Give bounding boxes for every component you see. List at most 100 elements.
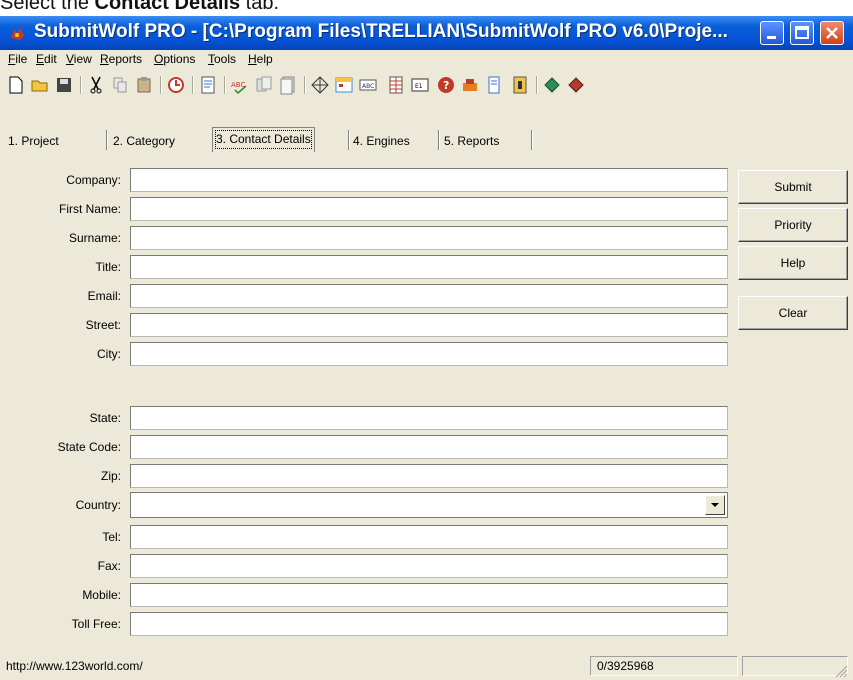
clock-icon[interactable] bbox=[166, 75, 186, 95]
label-first-name: First Name: bbox=[58, 202, 121, 216]
minimize-button[interactable] bbox=[760, 21, 784, 45]
clear-button[interactable]: Clear bbox=[738, 296, 848, 330]
submit-button[interactable]: Submit bbox=[738, 170, 848, 204]
status-counter: 0/3925968 bbox=[590, 656, 738, 676]
instruction-caption: Select the Contact Details tab. bbox=[0, 0, 279, 16]
menu-bar: File Edit View Reports Options Tools Hel… bbox=[0, 50, 853, 70]
toolbar-separator bbox=[224, 76, 226, 94]
label-company: Company: bbox=[66, 173, 121, 187]
zip-field[interactable] bbox=[130, 464, 728, 488]
tab-project[interactable]: 1. Project bbox=[8, 130, 59, 152]
resize-grip-icon[interactable] bbox=[834, 664, 848, 678]
caption-prefix: Select the bbox=[0, 0, 95, 14]
engine-red-icon[interactable] bbox=[566, 75, 586, 95]
tab-reports[interactable]: 5. Reports bbox=[444, 130, 499, 152]
svg-text:ABC: ABC bbox=[362, 83, 374, 90]
close-button[interactable] bbox=[820, 21, 844, 45]
label-state-code: State Code: bbox=[57, 440, 121, 454]
label-city: City: bbox=[97, 347, 121, 361]
email-field[interactable] bbox=[130, 284, 728, 308]
svg-text:?: ? bbox=[443, 79, 449, 92]
tab-contact-details[interactable]: 3. Contact Details bbox=[212, 127, 315, 152]
label-title: Title: bbox=[95, 260, 121, 274]
country-dropdown-button[interactable] bbox=[705, 495, 725, 515]
surname-field[interactable] bbox=[130, 226, 728, 250]
priority-button[interactable]: Priority bbox=[738, 208, 848, 242]
toll-free-field[interactable] bbox=[130, 612, 728, 636]
street-field[interactable] bbox=[130, 313, 728, 337]
menu-help[interactable]: Help bbox=[248, 52, 273, 66]
chevron-down-icon bbox=[711, 503, 719, 507]
toolbar-separator bbox=[192, 76, 194, 94]
svg-text:E1: E1 bbox=[415, 83, 423, 90]
report-icon[interactable] bbox=[198, 75, 218, 95]
label-street: Street: bbox=[85, 318, 121, 332]
menu-file[interactable]: File bbox=[8, 52, 27, 66]
window-title: SubmitWolf PRO - [C:\Program Files\TRELL… bbox=[34, 21, 728, 42]
calendar-icon[interactable] bbox=[334, 75, 354, 95]
fax-field[interactable] bbox=[130, 554, 728, 578]
label-state: State: bbox=[89, 411, 121, 425]
tab-engines[interactable]: 4. Engines bbox=[353, 130, 410, 152]
app-window: SubmitWolf PRO - [C:\Program Files\TRELL… bbox=[0, 16, 853, 680]
tools-icon[interactable] bbox=[460, 75, 480, 95]
copy-doc-icon[interactable] bbox=[254, 75, 274, 95]
wolf-app-icon bbox=[11, 28, 24, 40]
tab-divider bbox=[106, 130, 108, 150]
menu-tools[interactable]: Tools bbox=[208, 52, 236, 66]
tab-category[interactable]: 2. Category bbox=[113, 130, 175, 152]
cut-icon[interactable] bbox=[86, 75, 106, 95]
text-icon[interactable]: ABC bbox=[358, 75, 378, 95]
city-field[interactable] bbox=[130, 342, 728, 366]
tab-divider bbox=[531, 130, 533, 150]
paste-icon[interactable] bbox=[134, 75, 154, 95]
status-url: http://www.123world.com/ bbox=[6, 659, 143, 673]
toolbar-separator bbox=[80, 76, 82, 94]
info-icon[interactable] bbox=[510, 75, 530, 95]
menu-view[interactable]: View bbox=[66, 52, 92, 66]
help-button[interactable]: Help bbox=[738, 246, 848, 280]
status-extra-pane bbox=[742, 656, 848, 676]
menu-edit[interactable]: Edit bbox=[36, 52, 57, 66]
maximize-button[interactable] bbox=[790, 21, 814, 45]
help-icon[interactable]: ? bbox=[436, 75, 456, 95]
tab-strip: 1. Project 2. Category 3. Contact Detail… bbox=[0, 104, 853, 152]
caption-suffix: tab. bbox=[240, 0, 280, 14]
spellcheck-icon[interactable]: ABC bbox=[230, 75, 250, 95]
caption-bold: Contact Details bbox=[94, 0, 241, 14]
label-email: Email: bbox=[87, 289, 121, 303]
country-select[interactable] bbox=[130, 492, 728, 518]
grid-icon[interactable] bbox=[386, 75, 406, 95]
state-field[interactable] bbox=[130, 406, 728, 430]
window-icon[interactable]: E1 bbox=[410, 75, 430, 95]
title-bar[interactable]: SubmitWolf PRO - [C:\Program Files\TRELL… bbox=[0, 16, 853, 50]
label-country: Country: bbox=[75, 498, 121, 512]
company-field[interactable] bbox=[130, 168, 728, 192]
label-fax: Fax: bbox=[97, 559, 121, 573]
new-icon[interactable] bbox=[6, 75, 26, 95]
file-icon[interactable] bbox=[484, 75, 504, 95]
tab-divider bbox=[348, 130, 350, 150]
tab-divider bbox=[438, 130, 440, 150]
document-icon[interactable] bbox=[278, 75, 298, 95]
menu-reports[interactable]: Reports bbox=[100, 52, 142, 66]
label-surname: Surname: bbox=[68, 231, 121, 245]
save-icon[interactable] bbox=[54, 75, 74, 95]
toolbar-separator bbox=[304, 76, 306, 94]
toolbar: ABC ABC E1 ? bbox=[0, 71, 853, 99]
toolbar-separator bbox=[536, 76, 538, 94]
engine-green-icon[interactable] bbox=[542, 75, 562, 95]
toolbar-separator bbox=[160, 76, 162, 94]
title-field[interactable] bbox=[130, 255, 728, 279]
mobile-field[interactable] bbox=[130, 583, 728, 607]
open-icon[interactable] bbox=[30, 75, 50, 95]
state-code-field[interactable] bbox=[130, 435, 728, 459]
menu-options[interactable]: Options bbox=[154, 52, 195, 66]
target-icon[interactable] bbox=[310, 75, 330, 95]
status-bar: http://www.123world.com/ 0/3925968 bbox=[0, 652, 853, 680]
tel-field[interactable] bbox=[130, 525, 728, 549]
first-name-field[interactable] bbox=[130, 197, 728, 221]
close-icon bbox=[826, 27, 838, 39]
label-mobile: Mobile: bbox=[82, 588, 121, 602]
copy-icon[interactable] bbox=[110, 75, 130, 95]
